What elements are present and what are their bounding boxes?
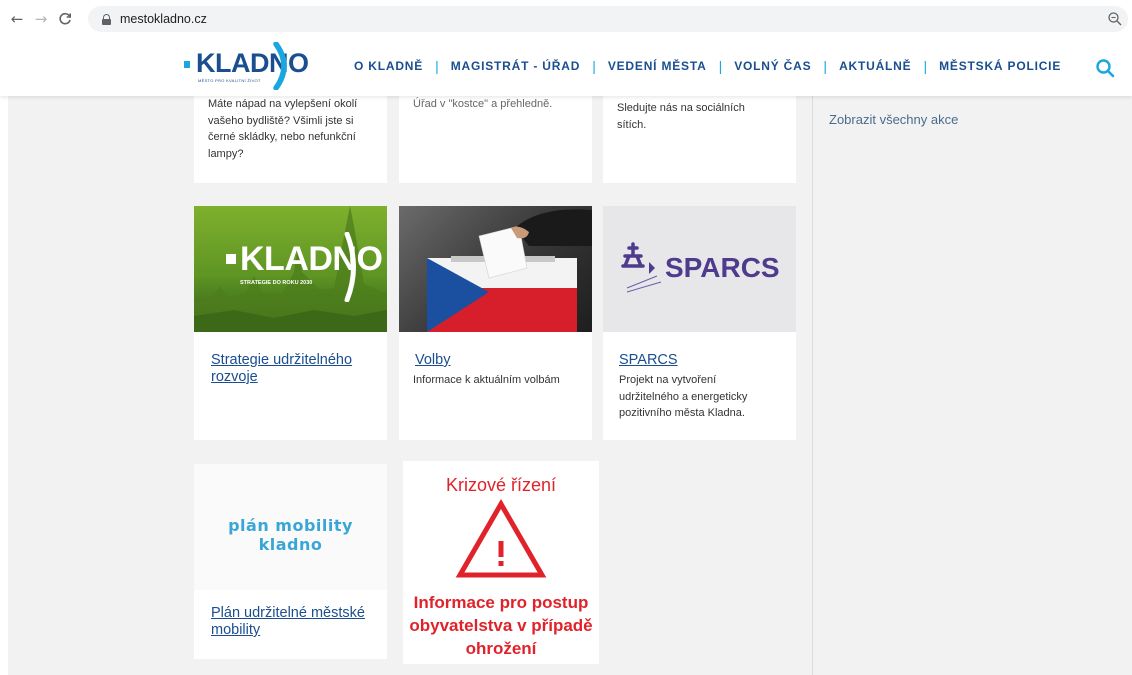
reload-icon[interactable] (54, 8, 76, 30)
nav-separator: | (718, 58, 723, 74)
mobility-image: plán mobility kladno (194, 464, 387, 590)
lock-icon (102, 13, 111, 25)
card-strategy[interactable]: KLADNO STRATEGIE DO ROKU 2030 Strategie … (194, 206, 387, 440)
show-all-events-link[interactable]: Zobrazit všechny akce (829, 112, 958, 127)
nav-separator: | (592, 58, 596, 74)
strategy-logo-square (226, 254, 236, 264)
card-mobility[interactable]: plán mobility kladno Plán udržitelné měs… (194, 464, 387, 659)
card-text: Projekt na vytvoření udržitelného a ener… (619, 374, 748, 419)
card-title[interactable]: Volby (415, 352, 585, 369)
strategy-image: KLADNO STRATEGIE DO ROKU 2030 (194, 206, 387, 332)
card-text: Úřad v "kostce" a přehledně. (413, 98, 553, 110)
nav-separator: | (923, 58, 928, 74)
card-text: Informace k aktuálním volbám (413, 374, 560, 386)
elections-image (399, 206, 592, 332)
address-bar[interactable]: mestokladno.cz (88, 6, 1128, 32)
mobility-logo-text: plán mobility kladno (228, 516, 353, 554)
main-column: Máte nápad na vylepšení okolí vašeho byd… (8, 96, 812, 675)
browser-toolbar: ← → mestokladno.cz (0, 0, 1132, 38)
nav-separator: | (435, 58, 439, 74)
forward-arrow-icon[interactable]: → (30, 8, 52, 30)
card-report-issue[interactable]: Máte nápad na vylepšení okolí vašeho byd… (194, 96, 387, 183)
nav-separator: | (823, 58, 828, 74)
nav-magistrat-urad[interactable]: MAGISTRÁT - ÚŘAD (451, 59, 580, 73)
nav-o-kladne[interactable]: O KLADNĚ (354, 59, 423, 73)
strategy-logo-word: KLADNO (240, 240, 383, 278)
card-title[interactable]: SPARCS (619, 352, 789, 369)
right-sidebar: Zobrazit všechny akce (812, 96, 1132, 675)
nav-aktualne[interactable]: AKTUÁLNĚ (839, 59, 911, 73)
card-title[interactable]: Strategie udržitelného rozvoje (211, 352, 381, 386)
zoom-icon[interactable] (1106, 10, 1124, 28)
crisis-title: Krizové řízení (445, 475, 557, 495)
strategy-logo-parenthesis (344, 232, 356, 302)
card-text: Máte nápad na vylepšení okolí vašeho byd… (208, 98, 358, 160)
card-sparcs[interactable]: SPARCS SPARCS Projekt na vytvoření udrži… (603, 206, 796, 440)
page-content: Máte nápad na vylepšení okolí vašeho byd… (0, 96, 1132, 675)
ballot-box-illustration (427, 209, 592, 332)
card-social-media[interactable]: Sledujte nás na sociálních sítích. (603, 96, 796, 183)
card-title[interactable]: Plán udržitelné městské mobility (211, 605, 381, 639)
sparcs-logo-icon (621, 242, 662, 293)
sparcs-image: SPARCS (603, 206, 796, 332)
nav-volny-cas[interactable]: VOLNÝ ČAS (734, 59, 811, 73)
main-navigation: O KLADNĚ | MAGISTRÁT - ÚŘAD | VEDENÍ MĚS… (354, 58, 1061, 74)
logo-square (184, 61, 190, 68)
kladno-logo[interactable]: KLADNO MĚSTO PRO KVALITNÍ ŽIVOT (184, 42, 309, 90)
card-elections[interactable]: Volby Informace k aktuálním volbám (399, 206, 592, 440)
back-arrow-icon[interactable]: ← (6, 8, 28, 30)
sparcs-logo-text: SPARCS (665, 252, 780, 283)
card-crisis[interactable]: Krizové řízení Informace pro postup obyv… (403, 461, 599, 664)
nav-mestska-policie[interactable]: MĚSTSKÁ POLICIE (939, 59, 1061, 73)
warning-triangle-icon (455, 499, 547, 578)
card-text: Sledujte nás na sociálních sítích. (617, 102, 745, 131)
url-text: mestokladno.cz (120, 12, 207, 26)
logo-parenthesis (273, 42, 287, 90)
strategy-logo-subtitle: STRATEGIE DO ROKU 2030 (240, 280, 313, 286)
crisis-info: Informace pro postup obyvatelstva v příp… (409, 593, 593, 658)
search-icon[interactable] (1095, 58, 1115, 78)
nav-vedeni-mesta[interactable]: VEDENÍ MĚSTA (608, 59, 707, 73)
card-office-overview[interactable]: Úřad v "kostce" a přehledně. (399, 96, 592, 183)
logo-subtitle: MĚSTO PRO KVALITNÍ ŽIVOT (198, 78, 261, 83)
site-header: KLADNO MĚSTO PRO KVALITNÍ ŽIVOT O KLADNĚ… (0, 38, 1132, 96)
